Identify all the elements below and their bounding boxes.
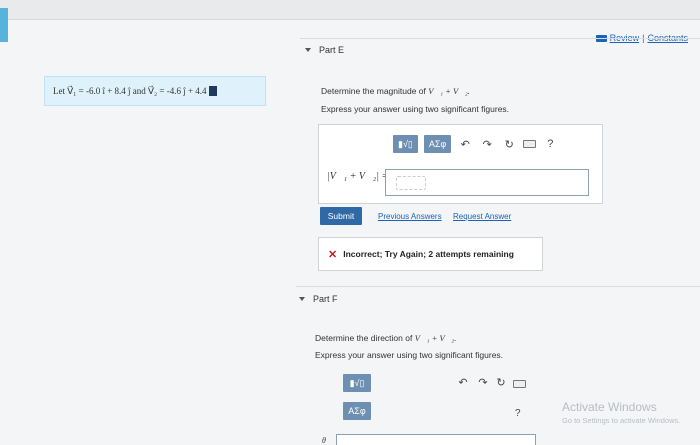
redo-icon[interactable]: ↷ <box>475 376 491 389</box>
part-f-title: Part F <box>313 294 338 304</box>
text-cursor-icon <box>208 86 217 96</box>
given-vectors-box: Let V⃗₁ = -6.0 î + 8.4 ĵ and V⃗₂ = -4.6 … <box>44 76 266 106</box>
part-f-math-toolbar: ▮√▯ ΑΣφ ↶ ↷ ↻ ? <box>341 374 531 424</box>
incorrect-x-icon: ✕ <box>328 248 338 261</box>
feedback-text: Incorrect; Try Again; 2 attempts remaini… <box>343 249 514 259</box>
template-button[interactable]: ▮√▯ <box>393 135 418 153</box>
feedback-box: ✕ Incorrect; Try Again; 2 attempts remai… <box>318 237 543 271</box>
keyboard-icon[interactable] <box>523 140 537 148</box>
part-e-prompt-math: V⃗₁ + V⃗₂. <box>428 86 470 96</box>
activate-windows-watermark: Activate Windows Go to Settings to activ… <box>562 400 680 425</box>
collapse-caret-icon <box>305 48 311 52</box>
part-e-header[interactable]: Part E <box>305 45 344 55</box>
part-f-header[interactable]: Part F <box>299 294 338 304</box>
previous-answers-link[interactable]: Previous Answers <box>378 212 442 221</box>
part-e-title: Part E <box>319 45 345 55</box>
part-e-answer-area: ▮√▯ ΑΣφ ↶ ↷ ↻ ? |V⃗₁ + V⃗₂| = <box>318 124 603 204</box>
given-vectors-text: Let V⃗₁ = -6.0 î + 8.4 ĵ and V⃗₂ = -4.6 … <box>53 85 207 96</box>
part-e-prompt-prefix: Determine the magnitude of <box>321 86 429 96</box>
part-e-instruction: Express your answer using two significan… <box>321 104 510 114</box>
part-f-prompt: Determine the direction of V⃗₁ + V⃗₂. <box>315 333 456 343</box>
part-e-math-toolbar: ▮√▯ ΑΣφ ↶ ↷ ↻ ? <box>393 135 558 153</box>
part-f-answer-input[interactable] <box>336 434 536 445</box>
watermark-line2: Go to Settings to activate Windows. <box>562 416 681 425</box>
part-e-answer-input[interactable] <box>385 169 589 196</box>
browser-top-bar <box>0 0 700 20</box>
redo-icon[interactable]: ↷ <box>479 138 495 151</box>
divider-part-f <box>296 286 700 287</box>
part-f-prompt-prefix: Determine the direction of <box>315 333 415 343</box>
watermark-line1: Activate Windows <box>562 400 657 414</box>
magnitude-formula-label: |V⃗₁ + V⃗₂| = <box>327 171 389 182</box>
reset-icon[interactable]: ↻ <box>501 138 517 151</box>
direction-formula-label: θ <box>322 436 326 445</box>
keyboard-icon[interactable] <box>513 380 526 388</box>
reset-icon[interactable]: ↻ <box>493 376 509 389</box>
greek-symbols-button[interactable]: ΑΣφ <box>423 135 452 153</box>
undo-icon[interactable]: ↶ <box>455 376 471 389</box>
left-edge-tab <box>0 8 8 42</box>
template-button[interactable]: ▮√▯ <box>343 374 371 392</box>
submit-button[interactable]: Submit <box>320 207 362 225</box>
request-answer-link[interactable]: Request Answer <box>453 212 511 221</box>
part-e-prompt: Determine the magnitude of V⃗₁ + V⃗₂. <box>321 86 470 96</box>
part-f-prompt-math: V⃗₁ + V⃗₂. <box>414 333 457 343</box>
part-f-instruction: Express your answer using two significan… <box>315 350 504 360</box>
help-icon[interactable]: ? <box>515 408 521 419</box>
help-icon[interactable]: ? <box>542 138 558 150</box>
undo-icon[interactable]: ↶ <box>457 138 473 151</box>
collapse-caret-icon <box>299 297 305 301</box>
greek-symbols-button[interactable]: ΑΣφ <box>343 402 371 420</box>
divider-top <box>300 38 700 39</box>
